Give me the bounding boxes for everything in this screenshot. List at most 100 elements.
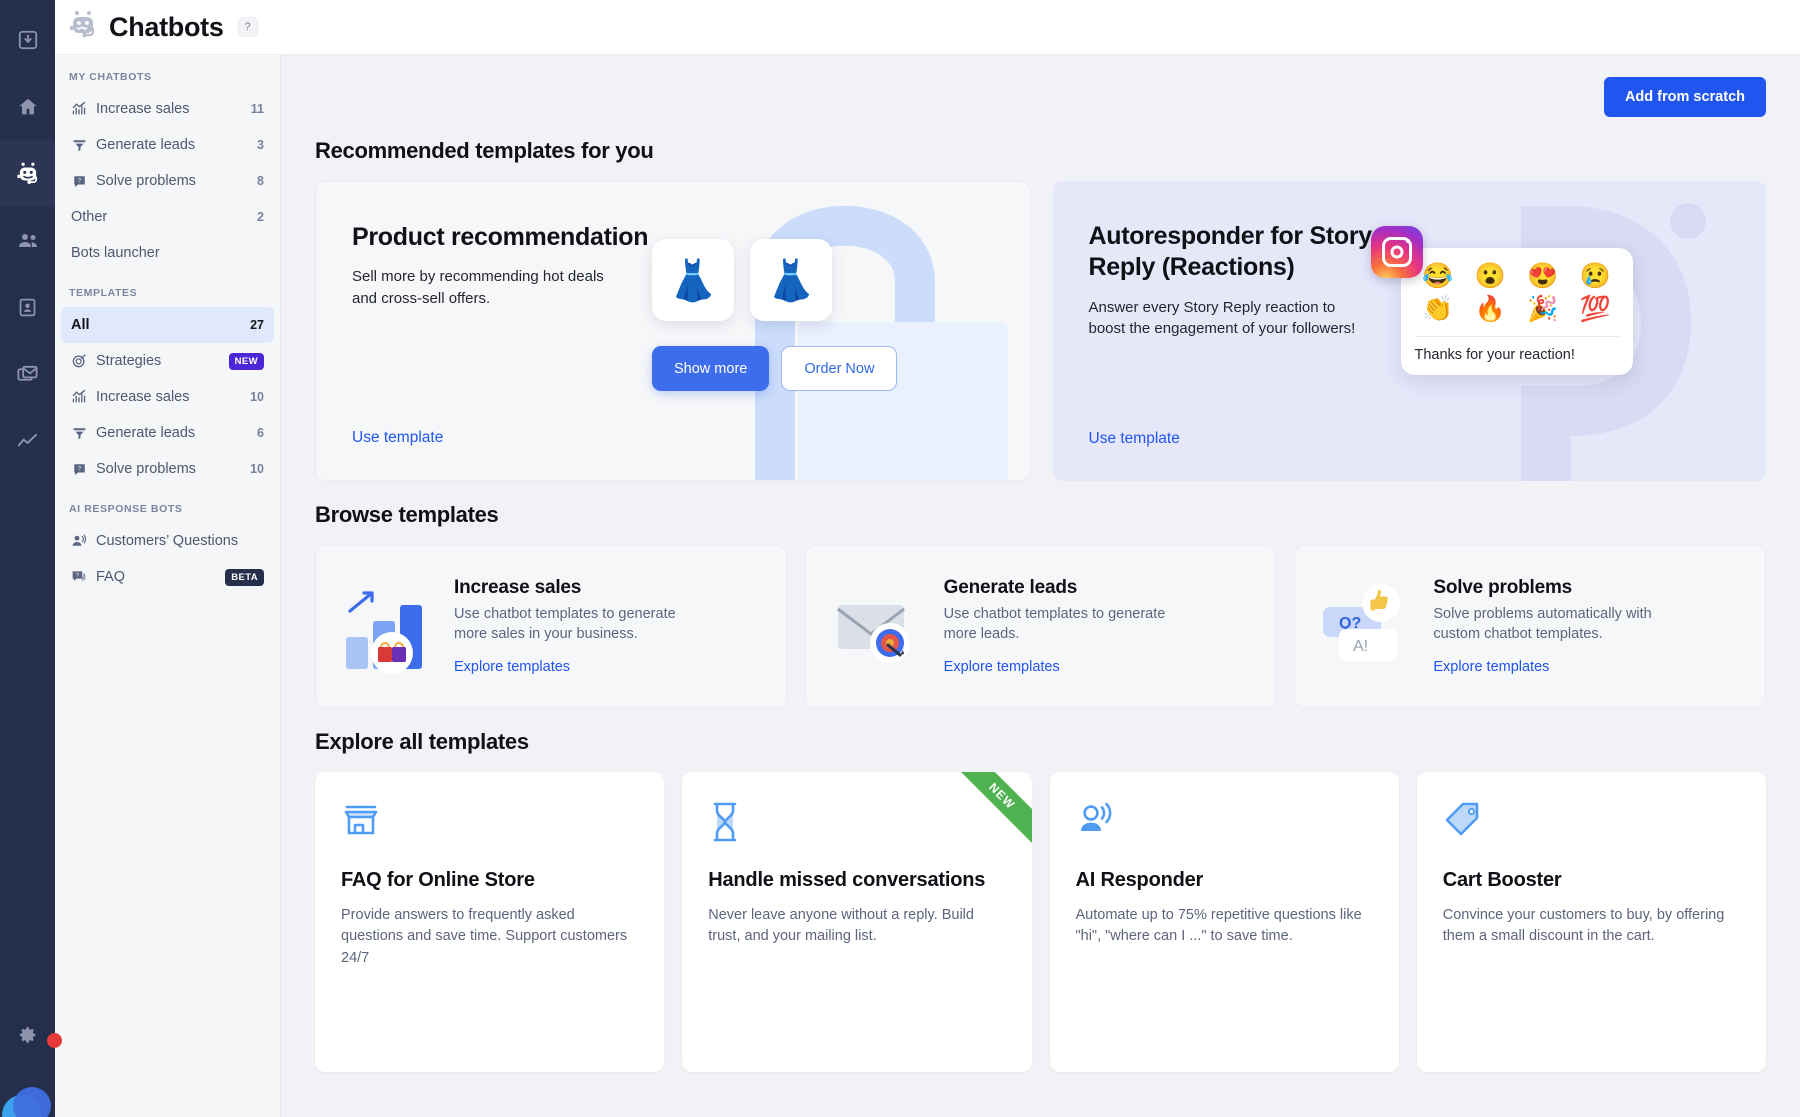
sidebar-item-faq[interactable]: ? FAQ BETA — [61, 559, 274, 595]
group-label-templates: TEMPLATES — [69, 287, 138, 299]
browse-card-text: Generate leads Use chatbot templates to … — [944, 577, 1254, 675]
sidebar-item-label: Generate leads — [96, 137, 196, 153]
emoji-clap[interactable]: 👏 — [1413, 295, 1464, 324]
explore-templates-link[interactable]: Explore templates — [1433, 659, 1549, 675]
avatar-shape-front — [13, 1087, 51, 1117]
explore-card-cart-booster[interactable]: Cart Booster Convince your customers to … — [1416, 772, 1766, 1072]
rail-item-chatbots[interactable] — [0, 140, 55, 207]
card-description: Answer every Story Reply reaction to boo… — [1088, 298, 1356, 338]
rail-item-id-card[interactable] — [0, 274, 55, 341]
avatar[interactable] — [0, 1069, 55, 1117]
speaking-person-icon — [1076, 800, 1373, 846]
sidebar-item-label: Bots launcher — [71, 245, 160, 261]
gear-icon — [17, 1024, 39, 1051]
emoji-hundred[interactable]: 💯 — [1570, 295, 1621, 324]
recommended-card-autoresponder[interactable]: Autoresponder for Story Reply (Reactions… — [1052, 181, 1766, 481]
sidebar-item-label: Solve problems — [96, 173, 196, 189]
rail-item-contacts[interactable] — [0, 207, 55, 274]
emoji-surprised[interactable]: 😮 — [1465, 262, 1516, 291]
use-template-link[interactable]: Use template — [352, 429, 443, 447]
help-button[interactable]: ? — [237, 17, 258, 37]
target-icon — [71, 353, 87, 369]
use-template-link[interactable]: Use template — [1089, 430, 1180, 448]
card-title: Cart Booster — [1442, 869, 1562, 891]
instagram-icon — [1370, 226, 1423, 278]
dress-blue-icon: 👗 — [652, 239, 734, 321]
explore-card-ai-responder[interactable]: AI Responder Automate up to 75% repetiti… — [1049, 772, 1399, 1072]
sidebar-item-all[interactable]: All 27 — [61, 307, 274, 343]
inbox-download-icon — [17, 29, 39, 51]
svg-text:?: ? — [77, 465, 81, 472]
card-title: Increase sales — [454, 577, 582, 599]
contacts-icon — [16, 229, 40, 253]
explore-templates-link[interactable]: Explore templates — [944, 659, 1060, 675]
card-title: AI Responder — [1075, 869, 1204, 891]
sidebar-item-label: All — [71, 317, 90, 333]
emoji-sad[interactable]: 😢 — [1570, 262, 1621, 291]
sidebar-item-count: 8 — [257, 174, 264, 188]
chatbot-icon — [15, 161, 41, 187]
card-description: Convince your customers to buy, by offer… — [1442, 906, 1725, 945]
browse-card-generate-leads[interactable]: Generate leads Use chatbot templates to … — [804, 545, 1277, 708]
browse-heading: Browse templates — [315, 502, 499, 527]
emoji-party[interactable]: 🎉 — [1518, 295, 1569, 324]
browse-card-solve-problems[interactable]: Q? A! Solve problems Solve problems auto… — [1294, 545, 1767, 708]
card-description: Use chatbot templates to generate more s… — [454, 606, 676, 642]
explore-card-faq-online-store[interactable]: FAQ for Online Store Provide answers to … — [315, 772, 665, 1072]
browse-card-text: Increase sales Use chatbot templates to … — [454, 577, 764, 675]
card-description: Provide answers to frequently asked ques… — [341, 906, 628, 967]
sidebar-item-label: FAQ — [96, 569, 126, 585]
sidebar-item-templates-generate-leads[interactable]: Generate leads 6 — [61, 415, 274, 451]
card-description: Solve problems automatically with custom… — [1433, 606, 1652, 642]
rail-bottom-items — [0, 1005, 62, 1117]
storefront-icon — [341, 800, 638, 846]
group-label-my-chatbots: MY CHATBOTS — [69, 71, 152, 83]
sidebar-item-other[interactable]: Other 2 — [61, 199, 274, 235]
sidebar-item-label: Increase sales — [96, 101, 190, 117]
settings-button[interactable] — [0, 1005, 62, 1069]
sidebar-item-bots-launcher[interactable]: Bots launcher — [61, 235, 274, 271]
explore-card-handle-missed-conversations[interactable]: NEW Handle missed conversations Never le… — [682, 772, 1032, 1072]
sidebar-item-increase-sales[interactable]: Increase sales 11 — [61, 91, 274, 127]
explore-templates-row: FAQ for Online Store Provide answers to … — [315, 772, 1766, 1072]
browse-card-increase-sales[interactable]: Increase sales Use chatbot templates to … — [315, 545, 787, 708]
sidebar-item-strategies[interactable]: Strategies NEW — [61, 343, 274, 379]
recommended-heading: Recommended templates for you — [315, 138, 654, 163]
browse-templates-row: Increase sales Use chatbot templates to … — [315, 545, 1767, 708]
question-bubble-icon: ? — [71, 461, 87, 477]
sidebar-item-label: Other — [71, 209, 108, 225]
rail-item-home[interactable] — [0, 73, 55, 140]
sidebar-item-templates-increase-sales[interactable]: Increase sales 10 — [61, 379, 274, 415]
sidebar-item-label: Generate leads — [96, 425, 196, 441]
explore-templates-link[interactable]: Explore templates — [454, 659, 570, 675]
rail-item-mail[interactable] — [0, 341, 55, 408]
divider — [1414, 335, 1619, 337]
emoji-fire[interactable]: 🔥 — [1465, 295, 1516, 324]
emoji-heart-eyes[interactable]: 😍 — [1518, 262, 1569, 291]
trend-icon — [71, 101, 87, 117]
sidebar-item-customers-questions[interactable]: Customers’ Questions — [61, 523, 274, 559]
bubble-a-text: A! — [1353, 638, 1368, 655]
primary-nav-rail — [0, 0, 62, 1117]
rail-item-inbox[interactable] — [0, 6, 55, 73]
status-badge-beta: BETA — [225, 568, 264, 586]
add-from-scratch-button[interactable]: Add from scratch — [1603, 77, 1766, 117]
group-label-ai-response-bots: AI RESPONSE BOTS — [69, 503, 183, 515]
instagram-lens — [1390, 245, 1403, 259]
order-now-button[interactable]: Order Now — [781, 346, 898, 391]
sidebar-item-generate-leads[interactable]: Generate leads 3 — [61, 127, 274, 163]
show-more-button[interactable]: Show more — [652, 346, 770, 391]
sidebar-item-templates-solve-problems[interactable]: ? Solve problems 10 — [61, 451, 274, 487]
browse-card-text: Solve problems Solve problems automatica… — [1433, 577, 1743, 675]
main-toolbar: Add from scratch — [315, 77, 1766, 117]
recommended-card-product-recommendation[interactable]: Product recommendation Sell more by reco… — [315, 181, 1031, 481]
rail-item-analytics[interactable] — [0, 408, 55, 475]
svg-text:?: ? — [77, 177, 81, 184]
sidebar-item-count: 3 — [257, 138, 264, 152]
recommended-templates-row: Product recommendation Sell more by reco… — [315, 181, 1766, 481]
sidebar-item-count: 6 — [257, 426, 264, 440]
sidebar-item-label: Strategies — [96, 353, 162, 369]
sidebar-item-solve-problems[interactable]: ? Solve problems 8 — [61, 163, 274, 199]
id-card-icon — [17, 297, 38, 318]
rail-top-items — [0, 0, 55, 475]
